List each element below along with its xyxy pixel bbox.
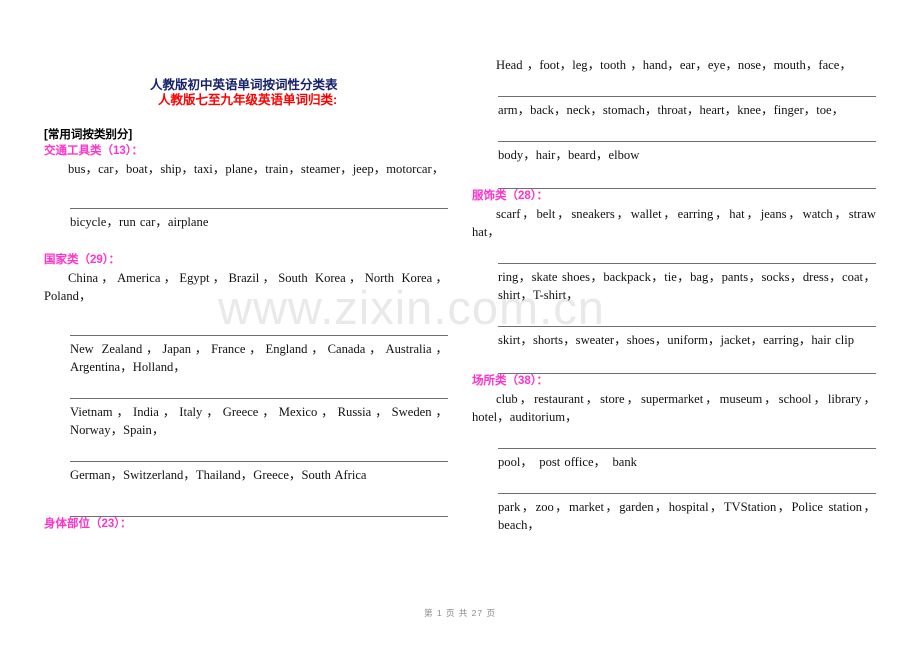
category-heading: 身体部位（23）： xyxy=(44,518,132,530)
right-column: Head ，foot，leg，tooth ，hand，ear，eye，nose，… xyxy=(472,56,876,534)
word-list: park，zoo，market，garden，hospital，TVStatio… xyxy=(498,500,876,532)
category-heading: 场所类（38）： xyxy=(472,375,549,387)
category-heading: 交通工具类（13）： xyxy=(44,145,144,157)
vertical-spacer xyxy=(472,241,876,255)
vertical-spacer xyxy=(44,376,448,390)
vertical-spacer xyxy=(472,349,876,363)
vertical-spacer xyxy=(44,484,448,506)
ruled-word-block: German，Switzerland，Thailand，Greece，South… xyxy=(70,461,448,484)
ruled-word-block: Vietnam，India，Italy，Greece，Mexico，Russia… xyxy=(70,398,448,439)
word-list: arm，back，neck，stomach，throat，heart，knee，… xyxy=(498,103,845,117)
ruled-word-block: New Zealand，Japan，France，England，Canada，… xyxy=(70,335,448,376)
word-list: bus，car，boat，ship，taxi，plane，train，steam… xyxy=(68,162,445,176)
ruled-word-block: ring，skate shoes，backpack，tie，bag，pants，… xyxy=(498,263,876,304)
word-list: German，Switzerland，Thailand，Greece，South… xyxy=(70,468,367,482)
word-list: bicycle，run car，airplane xyxy=(70,215,209,229)
ruled-word-block: bicycle，run car，airplane xyxy=(70,208,448,231)
ruled-word-block: pool， post office， bank xyxy=(498,448,876,471)
page-footer: 第 1 页 共 27 页 xyxy=(424,608,496,618)
category-heading: 服饰类（28）： xyxy=(472,190,549,202)
word-list: club，restaurant，store，supermarket，museum… xyxy=(472,392,876,424)
word-list: scarf，belt，sneakers，wallet，earring，hat，j… xyxy=(472,207,876,239)
word-list: body，hair，beard，elbow xyxy=(498,148,640,162)
word-list: ring，skate shoes，backpack，tie，bag，pants，… xyxy=(498,270,876,302)
ruled-word-block: skirt，shorts，sweater，shoes，uniform，jacke… xyxy=(498,326,876,349)
vertical-spacer xyxy=(472,471,876,485)
word-list: China，America，Egypt，Brazil，South Korea，N… xyxy=(44,271,448,303)
category-heading: 国家类（29）： xyxy=(44,254,121,266)
vertical-spacer xyxy=(472,426,876,440)
word-list: skirt，shorts，sweater，shoes，uniform，jacke… xyxy=(498,333,854,347)
word-list: Head ，foot，leg，tooth ，hand，ear，eye，nose，… xyxy=(496,58,852,72)
word-list: Vietnam，India，Italy，Greece，Mexico，Russia… xyxy=(70,405,448,437)
word-list: pool， post office， bank xyxy=(498,455,637,469)
vertical-spacer xyxy=(44,305,448,327)
document-page: 人教版初中英语单词按词性分类表 人教版七至九年级英语单词归类: [常用词按类别分… xyxy=(0,0,920,650)
vertical-spacer xyxy=(44,178,448,200)
ruled-word-block: body，hair，beard，elbow xyxy=(498,141,876,164)
right-column-sections: Head ，foot，leg，tooth ，hand，ear，eye，nose，… xyxy=(472,56,876,534)
vertical-spacer xyxy=(472,119,876,133)
left-column-sections: 交通工具类（13）： bus，car，boat，ship，taxi，plane，t… xyxy=(44,144,448,532)
left-column: [常用词按类别分] 交通工具类（13）： bus，car，boat，ship，ta… xyxy=(44,56,448,533)
ruled-word-block: arm，back，neck，stomach，throat，heart，knee，… xyxy=(498,96,876,119)
section-tag: [常用词按类别分] xyxy=(44,129,133,141)
vertical-spacer xyxy=(472,74,876,88)
vertical-spacer xyxy=(472,304,876,318)
vertical-spacer xyxy=(44,439,448,453)
ruled-word-block: park，zoo，market，garden，hospital，TVStatio… xyxy=(498,493,876,534)
word-list: New Zealand，Japan，France，England，Canada，… xyxy=(70,342,448,374)
vertical-spacer xyxy=(44,231,448,253)
vertical-spacer xyxy=(472,164,876,178)
